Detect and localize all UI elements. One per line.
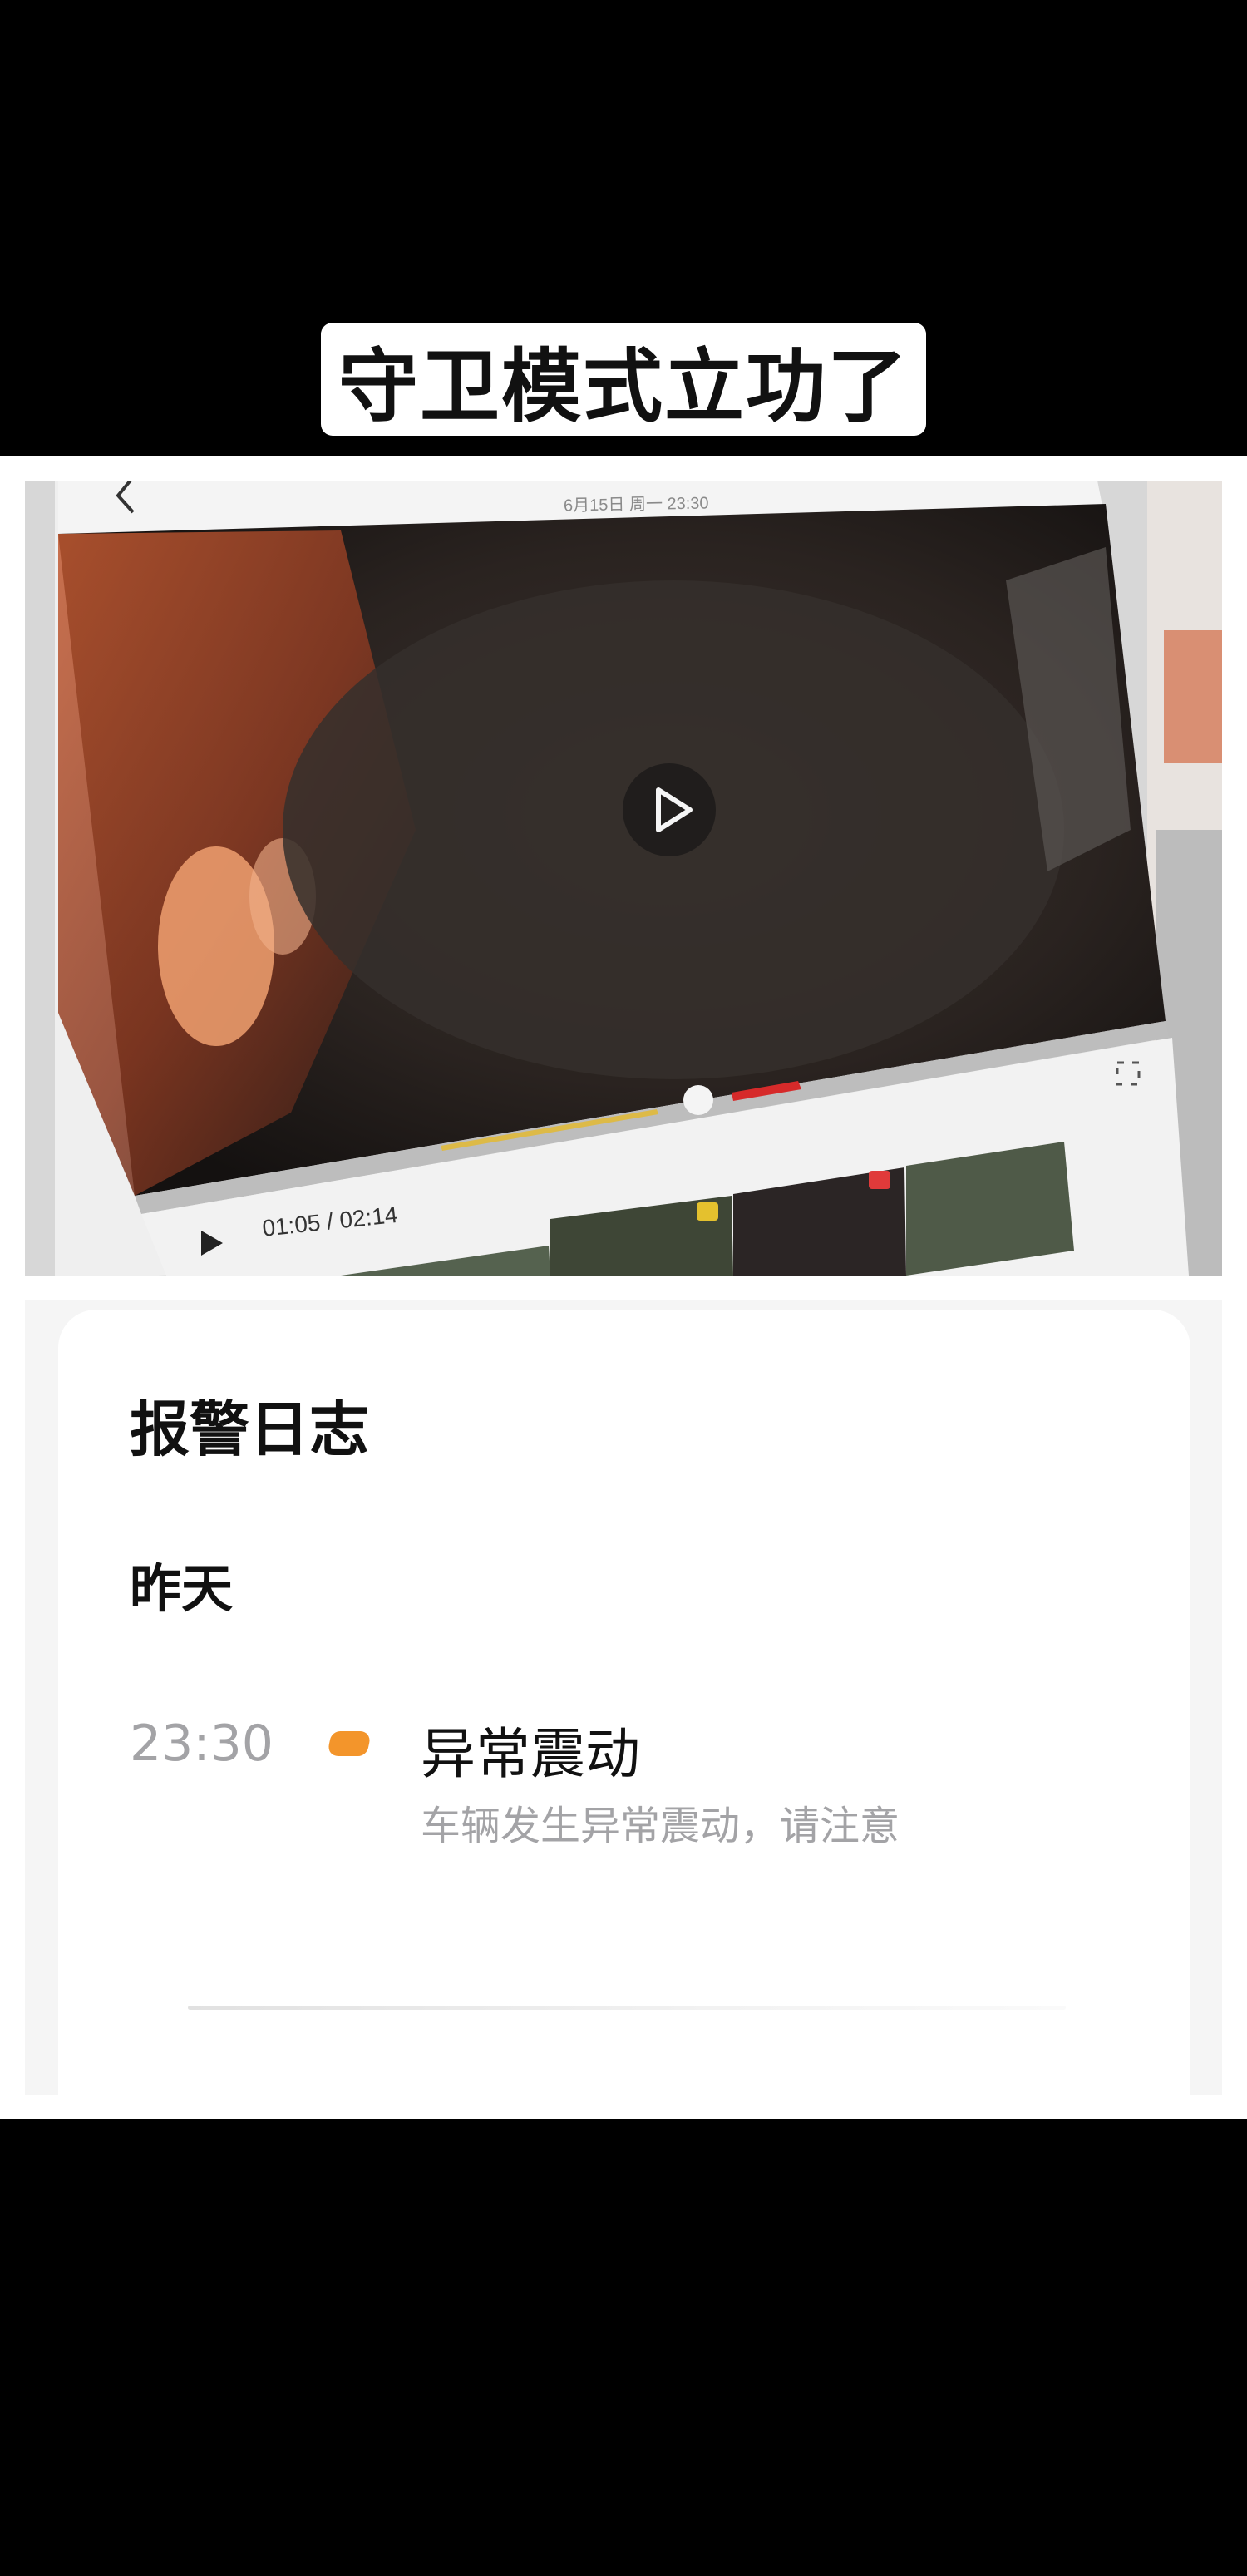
scroll-indicator: [188, 2006, 1066, 2010]
video-date-label: 6月15日 周一 23:30: [563, 494, 709, 516]
caption-text: 守卫模式立功了: [338, 339, 909, 433]
dashcam-photo: [25, 481, 1222, 1276]
caption-banner: 守卫模式立功了: [321, 323, 926, 436]
event-marker: [326, 1731, 372, 1756]
event-description: 车辆发生异常震动，请注意: [421, 1803, 900, 1849]
warning-icon: [693, 1201, 718, 1226]
play-icon[interactable]: [624, 765, 715, 856]
event-title: 异常震动: [421, 1722, 640, 1786]
back-icon[interactable]: [57, 482, 98, 524]
alarm-log-title: 报警日志: [130, 1394, 370, 1464]
fullscreen-icon[interactable]: [1111, 1056, 1144, 1089]
day-label: 昨天: [130, 1558, 234, 1619]
event-time: 23:30: [130, 1715, 274, 1773]
